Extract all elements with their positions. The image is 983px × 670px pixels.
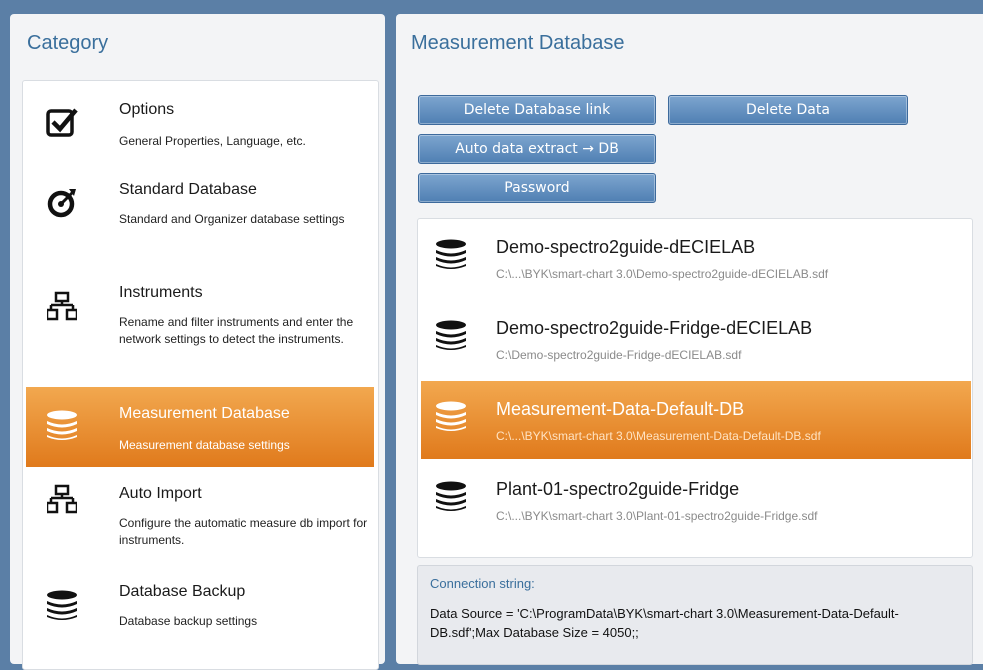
database-path: C:\...\BYK\smart-chart 3.0\Plant-01-spec… xyxy=(496,509,818,523)
database-icon xyxy=(434,401,474,441)
database-list-item[interactable]: Demo-spectro2guide-dECIELAB C:\...\BYK\s… xyxy=(421,219,971,297)
target-icon xyxy=(42,183,82,223)
page-title: Measurement Database xyxy=(411,32,625,54)
database-path: C:\...\BYK\smart-chart 3.0\Demo-spectro2… xyxy=(496,267,829,281)
network-icon xyxy=(42,286,82,326)
database-list-item-selected[interactable]: Measurement-Data-Default-DB C:\...\BYK\s… xyxy=(421,381,971,459)
database-list-item[interactable]: Plant-01-spectro2guide-Fridge C:\...\BYK… xyxy=(421,461,971,539)
category-item-desc: Database backup settings xyxy=(119,614,258,628)
connection-string-box: Connection string: Data Source = 'C:\Pro… xyxy=(417,565,973,665)
database-path: C:\...\BYK\smart-chart 3.0\Measurement-D… xyxy=(496,429,821,443)
database-icon xyxy=(434,320,474,360)
category-item-desc: General Properties, Language, etc. xyxy=(119,134,306,148)
database-list-item[interactable]: Demo-spectro2guide-Fridge-dECIELAB C:\De… xyxy=(421,300,971,378)
password-button[interactable]: Password xyxy=(418,173,656,203)
category-item-title: Database Backup xyxy=(119,583,246,600)
connection-string-label: Connection string: xyxy=(430,576,535,591)
category-item-desc: Standard and Organizer database settings xyxy=(119,212,345,226)
connection-string-value[interactable]: Data Source = 'C:\ProgramData\BYK\smart-… xyxy=(430,604,950,642)
category-item-title: Measurement Database xyxy=(119,405,290,422)
delete-data-button[interactable]: Delete Data xyxy=(668,95,908,125)
delete-database-link-button[interactable]: Delete Database link xyxy=(418,95,656,125)
database-name: Demo-spectro2guide-Fridge-dECIELAB xyxy=(496,318,813,338)
category-item-database-backup[interactable]: Database Backup Database backup settings xyxy=(26,573,374,653)
database-name: Demo-spectro2guide-dECIELAB xyxy=(496,237,756,257)
database-icon xyxy=(42,585,82,625)
database-list: Demo-spectro2guide-dECIELAB C:\...\BYK\s… xyxy=(417,218,973,558)
database-path: C:\Demo-spectro2guide-Fridge-dECIELAB.sd… xyxy=(496,348,742,362)
network-icon xyxy=(42,479,82,519)
database-name: Measurement-Data-Default-DB xyxy=(496,399,745,419)
category-item-desc: Measurement database settings xyxy=(119,438,290,452)
database-icon xyxy=(434,481,474,521)
category-item-instruments[interactable]: Instruments Rename and filter instrument… xyxy=(26,276,374,386)
category-item-standard-database[interactable]: Standard Database Standard and Organizer… xyxy=(26,171,374,276)
category-item-measurement-database[interactable]: Measurement Database Measurement databas… xyxy=(26,387,374,467)
database-name: Plant-01-spectro2guide-Fridge xyxy=(496,479,740,499)
category-panel: Category Options General Properties, Lan… xyxy=(10,14,385,670)
category-item-title: Auto Import xyxy=(119,485,202,502)
category-item-options[interactable]: Options General Properties, Language, et… xyxy=(26,91,374,171)
category-list: Options General Properties, Language, et… xyxy=(22,80,379,670)
category-item-auto-import[interactable]: Auto Import Configure the automatic meas… xyxy=(26,469,374,569)
category-item-desc: Configure the automatic measure db impor… xyxy=(119,516,368,547)
database-icon xyxy=(434,239,474,279)
category-item-title: Standard Database xyxy=(119,181,257,198)
category-item-title: Instruments xyxy=(119,284,203,301)
category-item-desc: Rename and filter instruments and enter … xyxy=(119,315,354,346)
checkbox-icon xyxy=(42,103,82,143)
auto-data-extract-button[interactable]: Auto data extract → DB xyxy=(418,134,656,164)
database-icon xyxy=(42,405,82,445)
measurement-database-panel: Measurement Database Delete Database lin… xyxy=(396,14,983,665)
category-title: Category xyxy=(27,32,109,54)
category-item-title: Options xyxy=(119,101,175,118)
